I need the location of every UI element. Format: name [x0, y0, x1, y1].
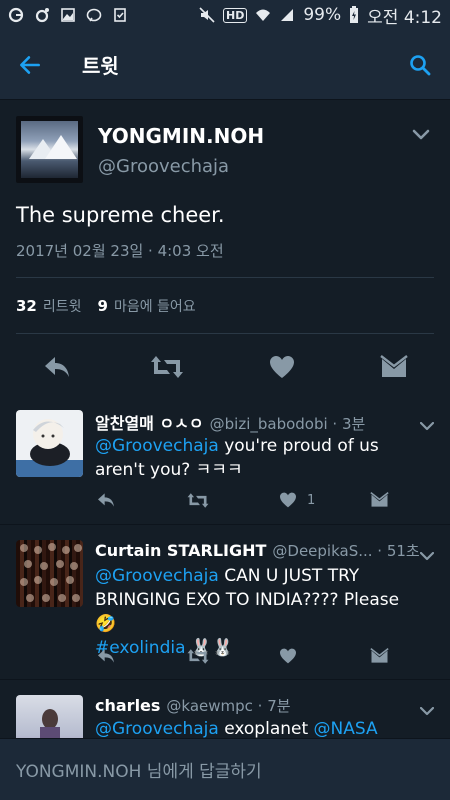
envelope-icon — [370, 492, 389, 507]
tweet-timestamp: 2017년 02월 23일 · 4:03 오전 — [16, 242, 224, 260]
reply-body: exoplanet — [218, 719, 314, 738]
retweet-button[interactable] — [150, 350, 184, 384]
chevron-down-icon — [412, 129, 430, 140]
reply-compose-field[interactable]: YONGMIN.NOH 님에게 답글하기 — [0, 738, 450, 800]
retweet-icon — [187, 649, 209, 664]
reply-icon — [98, 649, 114, 663]
reply-text: @Groovechaja exoplanet @NASA — [95, 717, 425, 738]
reply-meta: @kaewmpc · 7분 — [166, 697, 291, 715]
reply-avatar[interactable] — [16, 540, 83, 607]
reply-text: @Groovechaja CAN U JUST TRY BRINGING EXO… — [95, 564, 425, 660]
reply-meta: @DeepikaS... · 51초 — [272, 542, 420, 560]
like-button[interactable] — [265, 350, 299, 384]
mute-icon — [199, 7, 215, 23]
back-button[interactable] — [0, 30, 60, 100]
dm-button[interactable] — [377, 350, 411, 384]
tweet-menu-button[interactable] — [412, 126, 430, 145]
reply-item[interactable]: 알찬열매 ㅇㅅㅇ @bizi_babodobi · 3분 @Groovechaja… — [0, 398, 450, 525]
author-avatar[interactable] — [16, 116, 83, 183]
tweet-text: The supreme cheer. — [16, 203, 225, 227]
reply-text: @Groovechaja you're proud of us aren't y… — [95, 434, 425, 482]
reply-author-name[interactable]: Curtain STARLIGHT — [95, 541, 266, 560]
reply-menu-button[interactable] — [419, 416, 435, 435]
retweet-icon — [151, 356, 183, 378]
compose-placeholder: YONGMIN.NOH 님에게 답글하기 — [16, 762, 262, 782]
reply-meta: @bizi_babodobi · 3분 — [209, 415, 366, 433]
chevron-down-icon — [419, 706, 435, 716]
app-bar: 트윗 — [0, 30, 450, 100]
reply-item[interactable]: Curtain STARLIGHT @DeepikaS... · 51초 @Gro… — [0, 526, 450, 680]
battery-charging-icon — [350, 6, 359, 23]
divider — [16, 277, 434, 278]
mention-link[interactable]: @Groovechaja — [95, 719, 219, 738]
envelope-icon — [380, 355, 408, 377]
mention-link[interactable]: @NASA — [314, 719, 378, 738]
reply-icon — [45, 357, 69, 377]
reply-reply-button[interactable] — [96, 648, 116, 664]
like-label[interactable]: 마음에 들어요 — [114, 296, 196, 316]
search-button[interactable] — [390, 30, 450, 100]
author-handle[interactable]: @Groovechaja — [98, 156, 229, 177]
messenger-icon — [86, 8, 102, 22]
retweet-label[interactable]: 리트윗 — [43, 296, 82, 316]
reply-reply-button[interactable] — [96, 492, 116, 508]
reply-author[interactable]: charles @kaewmpc · 7분 — [95, 695, 291, 716]
hd-badge: HD — [223, 7, 248, 23]
app-g-icon — [8, 7, 24, 23]
chevron-down-icon — [419, 421, 435, 431]
battery-percent: 99% — [303, 5, 342, 25]
reply-retweet-button[interactable] — [186, 648, 210, 665]
retweet-icon — [187, 493, 209, 508]
reply-dm-button[interactable] — [370, 648, 389, 664]
wifi-icon — [256, 9, 271, 21]
reply-like-count: 1 — [307, 492, 316, 508]
reply-retweet-button[interactable] — [186, 492, 210, 509]
author-display-name[interactable]: YONGMIN.NOH — [98, 124, 264, 148]
gallery-icon — [61, 8, 75, 22]
back-arrow-icon — [20, 55, 40, 74]
heart-icon — [270, 356, 294, 378]
clock: 오전 4:12 — [367, 7, 442, 28]
reply-avatar[interactable] — [16, 410, 83, 477]
envelope-icon — [370, 648, 389, 663]
reply-button[interactable] — [40, 350, 74, 384]
reply-avatar[interactable] — [16, 695, 83, 738]
tweet-actions — [0, 338, 450, 398]
divider — [16, 333, 434, 334]
reply-like-button[interactable]: 1 — [279, 492, 315, 508]
reply-like-button[interactable] — [279, 648, 297, 664]
mention-link[interactable]: @Groovechaja — [95, 436, 219, 456]
reply-author-name[interactable]: 알찬열매 ㅇㅅㅇ — [95, 414, 204, 433]
page-title: 트윗 — [82, 54, 119, 78]
app-o-icon — [35, 8, 49, 23]
reply-item[interactable]: charles @kaewmpc · 7분 @Groovechaja exopla… — [0, 681, 450, 738]
reply-dm-button[interactable] — [370, 492, 389, 508]
reply-icon — [98, 493, 114, 507]
reply-menu-button[interactable] — [419, 546, 435, 565]
reply-author[interactable]: 알찬열매 ㅇㅅㅇ @bizi_babodobi · 3분 — [95, 410, 365, 434]
download-check-icon — [114, 8, 126, 22]
heart-icon — [280, 492, 296, 508]
heart-icon — [280, 648, 296, 664]
reply-author-name[interactable]: charles — [95, 696, 160, 715]
signal-icon — [281, 9, 294, 21]
mention-link[interactable]: @Groovechaja — [95, 566, 219, 586]
reply-author[interactable]: Curtain STARLIGHT @DeepikaS... · 51초 — [95, 540, 420, 561]
tweet-stats: 32 리트윗 9 마음에 들어요 — [16, 296, 196, 316]
chevron-down-icon — [419, 551, 435, 561]
status-bar: HD 99% 오전 4:12 — [0, 0, 450, 30]
retweet-count[interactable]: 32 — [16, 297, 37, 315]
search-icon — [410, 54, 431, 75]
like-count[interactable]: 9 — [98, 297, 108, 315]
